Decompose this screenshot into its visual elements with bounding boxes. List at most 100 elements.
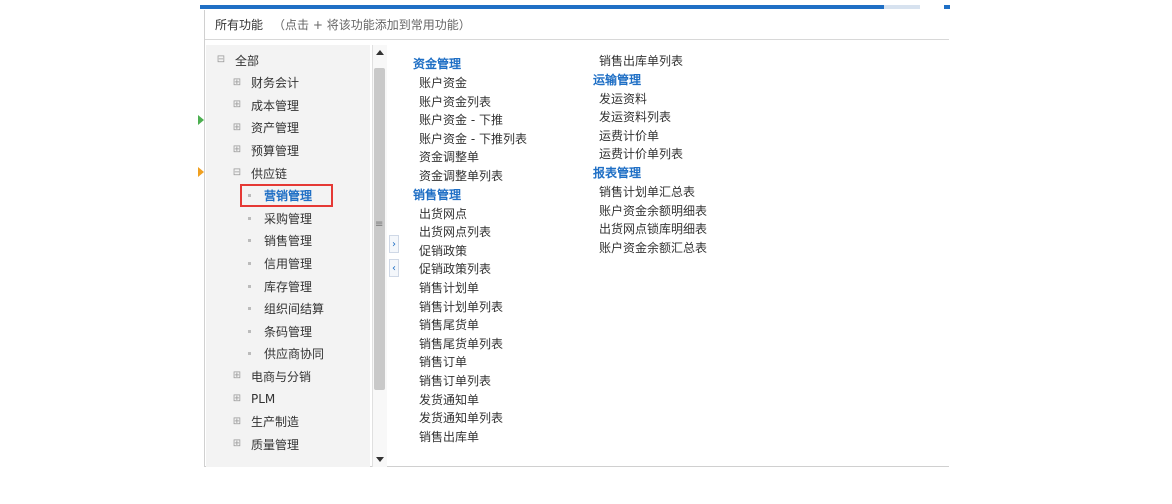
tree-item-label: 供应商协同 [264,347,325,362]
tree-item-label: 成本管理 [251,98,300,113]
tree-item-label: 采购管理 [264,211,313,226]
top-accent-bar-gap [884,5,920,9]
plus-box-icon[interactable]: ⊞ [232,439,242,449]
plus-box-icon[interactable]: ⊞ [232,77,242,88]
bullet-icon [248,239,251,243]
function-link[interactable]: 销售订单 [413,353,527,372]
top-accent-bar [200,5,884,9]
active-item-highlight [240,184,333,207]
function-link[interactable]: 销售计划单列表 [413,298,527,317]
expand-right-icon[interactable]: › [389,235,399,253]
tree-item-label: 资产管理 [251,121,300,136]
function-group-heading: 资金管理 [413,57,462,71]
function-link[interactable]: 销售出库单列表 [593,52,707,71]
panel-title: 所有功能 [215,18,264,32]
bullet-icon [248,307,251,311]
function-link[interactable]: 资金调整单列表 [413,167,527,186]
function-link[interactable]: 出货网点锁库明细表 [593,220,707,239]
function-group-heading: 销售管理 [413,187,462,202]
plus-box-icon[interactable]: ⊞ [232,100,242,110]
tree-child-item[interactable]: 库存管理 [206,275,370,297]
function-group-heading: 报表管理 [593,165,642,180]
tree-child-item[interactable]: 供应商协同 [206,343,370,365]
tree-item-label: 销售管理 [264,234,313,249]
tree-item-label: 预算管理 [251,143,300,158]
function-link[interactable]: 发货通知单 [413,391,527,410]
tree-child-item[interactable]: 销售管理 [206,230,370,252]
tree-child-item[interactable]: 信用管理 [206,252,370,274]
function-link[interactable]: 发货通知单列表 [413,409,527,428]
plus-box-icon[interactable]: ⊞ [232,371,242,381]
scroll-down-arrow-icon[interactable] [376,457,384,462]
function-link[interactable]: 资金调整单 [413,148,527,167]
function-link[interactable]: 发运资料列表 [593,108,707,127]
function-column-1: 资金管理账户资金 账户资金列表 账户资金 - 下推 账户资金 - 下推列表 资金调整单资… [413,55,527,446]
minus-box-icon[interactable]: ⊟ [216,55,226,65]
tree-item-label: 质量管理 [251,437,300,452]
minus-box-icon[interactable]: ⊟ [232,168,242,178]
function-group-heading: 运输管理 [593,72,642,87]
function-link[interactable]: 出货网点 [413,205,527,224]
all-functions-panel: 所有功能 （点击 + 将该功能添加到常用功能） ⊟ 全部 ⊞ 财务会计 ⊞ 成本管理 ⊞ 资产… [204,10,949,467]
tree-item-label: 组织间结算 [264,302,325,317]
bullet-icon [248,216,251,220]
function-link[interactable]: 促销政策列表 [413,260,527,279]
function-link[interactable]: 运费计价单 [593,127,707,146]
function-link[interactable]: 销售出库单 [413,428,527,447]
function-link[interactable]: 出货网点列表 [413,223,527,242]
tree-group-item[interactable]: ⊞ 质量管理 [206,433,370,455]
tree-scrollbar[interactable]: ≡ [372,45,387,467]
function-link[interactable]: 销售计划单汇总表 [593,183,707,202]
panel-toggle-group: › ‹ [389,235,399,285]
scroll-up-arrow-icon[interactable] [376,50,384,55]
bullet-icon [248,284,251,288]
function-link[interactable]: 销售订单列表 [413,372,527,391]
bullet-icon [248,352,251,356]
tree-item-label: 电商与分销 [251,369,312,384]
function-link[interactable]: 促销政策 [413,242,527,261]
plus-box-icon[interactable]: ⊞ [232,394,242,404]
collapse-left-icon[interactable]: ‹ [389,259,399,277]
scroll-grip-icon: ≡ [375,219,384,230]
function-link[interactable]: 账户资金余额汇总表 [593,239,707,258]
tree-group-item[interactable]: ⊟ 供应链 [206,162,370,184]
tree-group-item[interactable]: ⊞ 电商与分销 [206,365,370,387]
tree-child-item[interactable]: 采购管理 [206,207,370,229]
function-link[interactable]: 账户资金余额明细表 [593,202,707,221]
function-tree: ⊟ 全部 ⊞ 财务会计 ⊞ 成本管理 ⊞ 资产管理 ⊞ 预算管理 ⊟ 供应链 营销管理 采购管理 销售管理信… [206,45,370,467]
function-link[interactable]: 发运资料 [593,90,707,109]
tree-item-label: 库存管理 [264,279,313,294]
function-link[interactable]: 账户资金 - 下推列表 [413,130,527,149]
tree-item-label: 供应链 [251,166,288,181]
plus-box-icon[interactable]: ⊞ [232,145,242,155]
tree-child-item[interactable]: 条码管理 [206,320,370,342]
tree-group-item[interactable]: ⊞ 生产制造 [206,411,370,433]
function-link[interactable]: 账户资金 [413,74,527,93]
tree-group-item[interactable]: ⊞ 财务会计 [206,72,370,94]
tree-group-item[interactable]: ⊞ 资产管理 [206,117,370,139]
function-link[interactable]: 账户资金列表 [413,93,527,112]
tree-item-label: PLM [251,392,276,406]
tree-group-item[interactable]: ⊞ PLM [206,388,370,410]
tree-item-label: 条码管理 [264,324,313,339]
function-column-2: 销售出库单列表 运输管理发运资料 发运资料列表 运费计价单 运费计价单列表 报表管理销售计… [593,52,707,257]
bullet-icon [248,261,251,265]
tree-group-item[interactable]: ⊞ 成本管理 [206,94,370,116]
tree-child-item[interactable]: 组织间结算 [206,298,370,320]
tree-item-label: 财务会计 [251,76,300,91]
plus-box-icon[interactable]: ⊞ [232,122,242,133]
function-link[interactable]: 销售尾货单列表 [413,335,527,354]
tree-item-label: 生产制造 [251,415,300,430]
tree-item-label: 信用管理 [264,256,313,271]
tree-group-item[interactable]: ⊞ 预算管理 [206,139,370,161]
plus-box-icon[interactable]: ⊞ [232,416,242,427]
function-link[interactable]: 账户资金 - 下推 [413,111,527,130]
function-link[interactable]: 销售计划单 [413,279,527,298]
function-link[interactable]: 运费计价单列表 [593,145,707,164]
function-link[interactable]: 销售尾货单 [413,316,527,335]
panel-hint: （点击 + 将该功能添加到常用功能） [273,18,471,32]
tree-item-label: 全部 [235,53,260,68]
tree-root[interactable]: ⊟ 全部 [206,49,370,71]
bullet-icon [248,329,251,333]
top-accent-bar-end [944,5,950,9]
